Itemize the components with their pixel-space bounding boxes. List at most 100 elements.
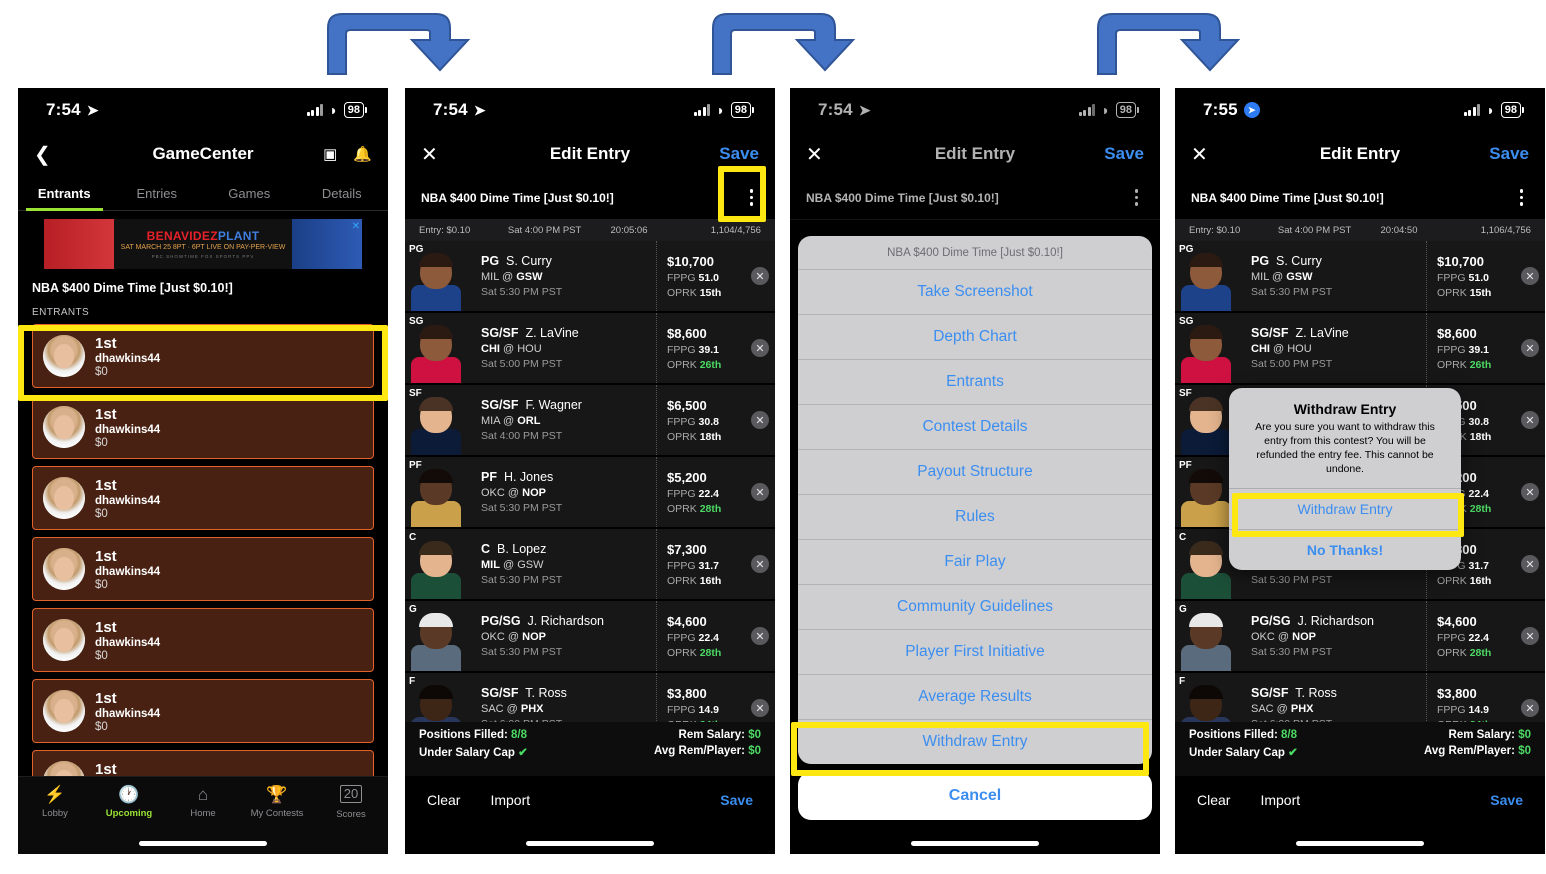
menu-item-payout-structure[interactable]: Payout Structure — [798, 450, 1152, 495]
entrant-amount: $0 — [95, 436, 108, 449]
table-row[interactable]: PF PF H. Jones OKC @ NOP Sat 5:30 PM PST… — [405, 457, 775, 529]
contest-meta-row: Entry: $0.10 Sat 4:00 PM PST 20:04:50 1,… — [1175, 220, 1545, 241]
remove-player-icon[interactable]: ✕ — [1521, 699, 1539, 717]
table-row[interactable]: SG SG/SF Z. LaVine CHI @ HOU Sat 5:00 PM… — [1175, 313, 1545, 385]
remove-player-icon[interactable]: ✕ — [1521, 483, 1539, 501]
camera-icon[interactable]: ▣ — [323, 145, 337, 163]
menu-item-player-first-initiative[interactable]: Player First Initiative — [798, 630, 1152, 675]
tab-entrants[interactable]: Entrants — [18, 176, 111, 211]
table-row[interactable]: G PG/SG J. Richardson OKC @ NOP Sat 5:30… — [405, 601, 775, 673]
player-fppg: FPPG 39.1 — [667, 343, 719, 356]
positions-filled-value: 8/8 — [511, 729, 528, 741]
list-item[interactable]: 1st dhawkins44 $0 — [32, 608, 374, 672]
player-salary: $7,300 — [667, 541, 707, 557]
menu-item-average-results[interactable]: Average Results — [798, 675, 1152, 720]
remove-player-icon[interactable]: ✕ — [751, 699, 769, 717]
remove-player-icon[interactable]: ✕ — [751, 483, 769, 501]
table-row[interactable]: SG SG/SF Z. LaVine CHI @ HOU Sat 5:00 PM… — [405, 313, 775, 385]
list-item[interactable]: 1st dhawkins44 $0 — [32, 466, 374, 530]
phone-screen-withdraw-alert: 7:55 ➤ ◗ 98 ✕ Edit Entry Save NBA $400 Di… — [1175, 88, 1545, 854]
nav-bar: ❮ GameCenter ▣ 🔔 — [18, 132, 388, 176]
player-oprk: OPRK 15th — [1437, 286, 1492, 299]
player-salary: $4,600 — [667, 613, 707, 629]
close-icon[interactable]: ✕ — [1191, 142, 1208, 167]
close-icon[interactable]: ✕ — [421, 142, 438, 167]
matchup-away: MIA — [481, 415, 500, 427]
ad-close-icon[interactable]: ✕ — [352, 221, 360, 232]
withdraw-entry-confirm-button[interactable]: Withdraw Entry — [1229, 488, 1461, 529]
rem-salary-label: Rem Salary: — [1448, 729, 1515, 741]
menu-item-take-screenshot[interactable]: Take Screenshot — [798, 270, 1152, 315]
menu-item-depth-chart[interactable]: Depth Chart — [798, 315, 1152, 360]
close-icon[interactable]: ✕ — [806, 142, 823, 167]
ad-image-left — [44, 219, 114, 269]
no-thanks-button[interactable]: No Thanks! — [1229, 529, 1461, 570]
remove-player-icon[interactable]: ✕ — [1521, 627, 1539, 645]
bottom-tab-label: Home — [190, 808, 216, 819]
save-button[interactable]: Save — [719, 144, 759, 164]
status-bar: 7:54 ➤ ◗ 98 — [405, 88, 775, 132]
menu-item-entrants[interactable]: Entrants — [798, 360, 1152, 405]
table-row[interactable]: PG PG S. Curry MIL @ GSW Sat 5:30 PM PST… — [405, 241, 775, 313]
status-bar: 7:55 ➤ ◗ 98 — [1175, 88, 1545, 132]
tab-details[interactable]: Details — [296, 176, 389, 210]
player-fppg: FPPG 51.0 — [667, 271, 719, 284]
remove-player-icon[interactable]: ✕ — [751, 411, 769, 429]
status-time-group: 7:54 ➤ — [46, 100, 99, 120]
cancel-button[interactable]: Cancel — [798, 772, 1152, 820]
sidebar-item-lobby[interactable]: ⚡ Lobby — [18, 785, 92, 819]
table-row[interactable]: PG PG S. Curry MIL @ GSW Sat 5:30 PM PST… — [1175, 241, 1545, 313]
save-button[interactable]: Save — [1104, 144, 1144, 164]
clear-button[interactable]: Clear — [1197, 792, 1230, 808]
action-sheet-title: NBA $400 Dime Time [Just $0.10!] — [798, 236, 1152, 270]
tab-games[interactable]: Games — [203, 176, 296, 210]
ad-banner[interactable]: BENAVIDEZPLANT SAT MARCH 25 8PT · 6PT LI… — [44, 219, 362, 269]
save-button-bottom[interactable]: Save — [1490, 792, 1523, 808]
remove-player-icon[interactable]: ✕ — [751, 555, 769, 573]
matchup-away: MIL — [481, 559, 500, 571]
table-row[interactable]: C C B. Lopez MIL @ GSW Sat 5:30 PM PST $… — [405, 529, 775, 601]
remove-player-icon[interactable]: ✕ — [1521, 555, 1539, 573]
menu-item-rules[interactable]: Rules — [798, 495, 1152, 540]
player-salary: $8,600 — [667, 325, 707, 341]
sidebar-item-home[interactable]: ⌂ Home — [166, 785, 240, 819]
list-item[interactable]: 1st dhawkins44 $0 — [32, 537, 374, 601]
save-button[interactable]: Save — [1489, 144, 1529, 164]
remove-player-icon[interactable]: ✕ — [751, 627, 769, 645]
remove-player-icon[interactable]: ✕ — [1521, 339, 1539, 357]
list-item[interactable]: 1st dhawkins44 $0 — [32, 679, 374, 743]
kebab-menu-icon[interactable] — [1514, 185, 1530, 210]
back-chevron-left-icon[interactable]: ❮ — [34, 142, 51, 167]
sidebar-item-upcoming[interactable]: 🕐 Upcoming — [92, 785, 166, 819]
remove-player-icon[interactable]: ✕ — [751, 267, 769, 285]
menu-item-withdraw-entry[interactable]: Withdraw Entry — [798, 720, 1152, 764]
menu-item-community-guidelines[interactable]: Community Guidelines — [798, 585, 1152, 630]
remove-player-icon[interactable]: ✕ — [751, 339, 769, 357]
kebab-menu-icon[interactable] — [744, 185, 760, 210]
player-oprk: OPRK 26th — [1437, 358, 1492, 371]
clear-button[interactable]: Clear — [427, 792, 460, 808]
import-button[interactable]: Import — [1260, 792, 1300, 808]
menu-item-fair-play[interactable]: Fair Play — [798, 540, 1152, 585]
list-item[interactable]: 1st dhawkins44 $0 — [32, 395, 374, 459]
tab-bar: Entrants Entries Games Details — [18, 176, 388, 211]
sidebar-item-scores[interactable]: 20 Scores — [314, 785, 388, 820]
menu-item-contest-details[interactable]: Contest Details — [798, 405, 1152, 450]
import-button[interactable]: Import — [490, 792, 530, 808]
location-arrow-icon: ➤ — [86, 101, 99, 118]
entrant-username: dhawkins44 — [95, 494, 161, 507]
battery-badge: 98 — [343, 102, 368, 118]
roster-list: PG PG S. Curry MIL @ GSW Sat 5:30 PM PST… — [405, 241, 775, 745]
tab-entries[interactable]: Entries — [111, 176, 204, 210]
bell-icon[interactable]: 🔔 — [353, 145, 372, 163]
remove-player-icon[interactable]: ✕ — [1521, 411, 1539, 429]
trophy-icon: 🏆 — [266, 785, 288, 804]
player-name: J. Richardson — [527, 614, 604, 628]
table-row[interactable]: SF SG/SF F. Wagner MIA @ ORL Sat 4:00 PM… — [405, 385, 775, 457]
list-item[interactable]: 1st dhawkins44 $0 — [32, 324, 374, 388]
table-row[interactable]: G PG/SG J. Richardson OKC @ NOP Sat 5:30… — [1175, 601, 1545, 673]
player-salary: $6,500 — [667, 397, 707, 413]
save-button-bottom[interactable]: Save — [720, 792, 753, 808]
sidebar-item-my-contests[interactable]: 🏆 My Contests — [240, 785, 314, 819]
remove-player-icon[interactable]: ✕ — [1521, 267, 1539, 285]
